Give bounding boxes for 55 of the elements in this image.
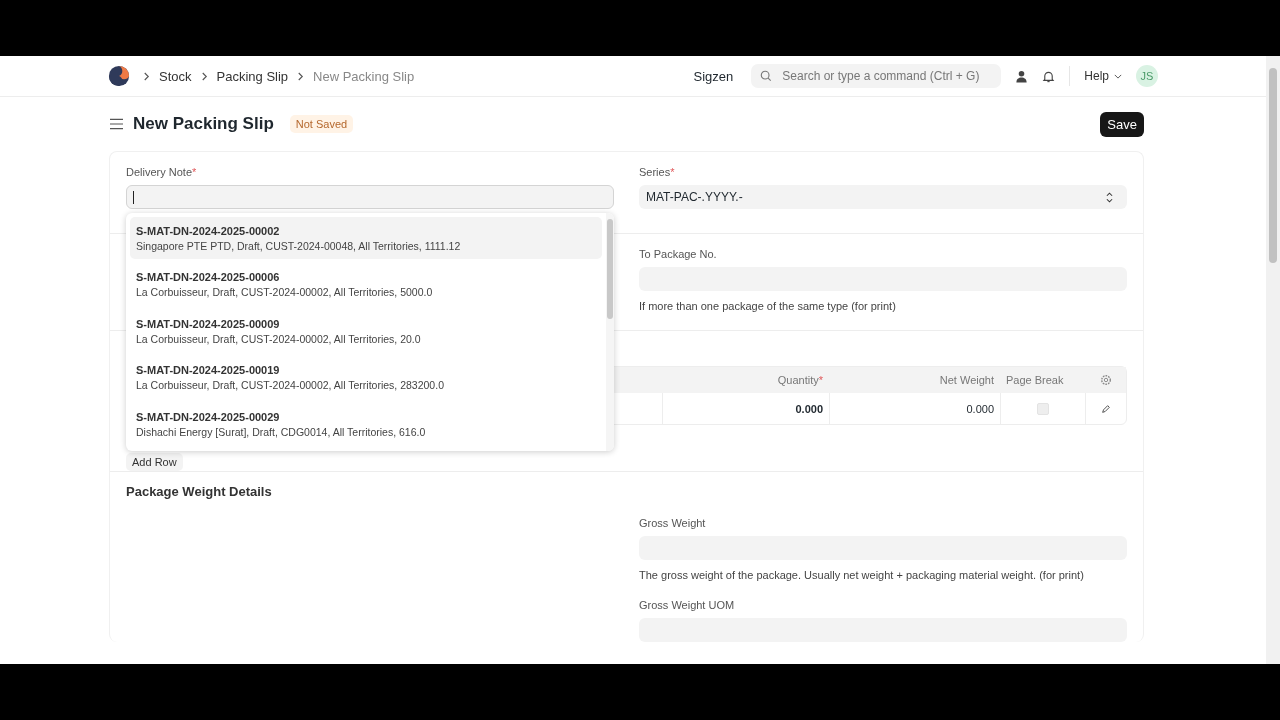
dropdown-option[interactable]: S-MAT-DN-2024-2025-00006 La Corbuisseur, Draft, CUST-2024-00002, All Territories, 5000.0 <box>130 263 602 306</box>
field-description: If more than one package of the same type (for print) <box>639 300 897 312</box>
page-break-checkbox[interactable] <box>1037 402 1049 415</box>
scrollbar-drawing[interactable] <box>606 213 614 451</box>
field-label: To Package No. <box>639 248 718 260</box>
add-row-button[interactable]: Add Row <box>126 453 183 471</box>
edit-pencil-icon[interactable] <box>1101 403 1111 414</box>
section-heading: Package Weight Details <box>126 484 273 499</box>
breadcrumb-link[interactable]: New Packing Slip <box>313 68 415 84</box>
option-description: Singapore PTE PTD, Draft, CUST-2024-00048, All Territories, 1111.12 <box>136 239 462 252</box>
field-label: Gross Weight <box>639 517 707 529</box>
user-icon[interactable] <box>1015 69 1029 83</box>
search-icon <box>760 70 773 82</box>
menu-icon[interactable] <box>110 118 123 130</box>
net-weight-cell: 0.000 <box>966 402 994 415</box>
column-header: Quantity* <box>777 374 823 386</box>
option-title: S-MAT-DN-2024-2025-00019 <box>136 364 281 377</box>
option-description: Dishachi Energy [Surat], Draft, CDG0014, All Territories, 616.0 <box>136 425 427 438</box>
notification-bell-icon[interactable] <box>1042 69 1056 83</box>
column-header: Net Weight <box>939 374 994 386</box>
chevron-right-icon <box>200 71 208 81</box>
dropdown-option[interactable]: S-MAT-DN-2024-2025-00019 La Corbuisseur, Draft, CUST-2024-00002, All Territories, 283200.0 <box>130 356 602 399</box>
updown-caret-icon <box>1106 191 1113 203</box>
column-header: Page Break <box>1006 374 1064 386</box>
breadcrumb-link[interactable]: Stock <box>159 68 192 84</box>
field-label: Delivery Note* <box>126 166 198 178</box>
page-title: New Packing Slip <box>133 114 274 134</box>
page-scrollbar-drawing[interactable] <box>1266 56 1280 664</box>
option-title: S-MAT-DN-2024-2025-00029 <box>136 410 281 423</box>
save-button[interactable]: Save <box>1100 111 1144 137</box>
option-description: La Corbuisseur, Draft, CUST-2024-00002, All Territories, 283200.0 <box>136 379 445 392</box>
dropdown-option[interactable]: S-MAT-DN-2024-2025-00029 Dishachi Energy [Surat], Draft, CDG0014, All Territories, 616.0 <box>130 403 602 446</box>
option-title: S-MAT-DN-2024-2025-00002 <box>136 224 281 237</box>
series-select[interactable]: MAT-PAC-.YYYY.- <box>639 185 1127 209</box>
settings-icon[interactable] <box>1099 374 1112 386</box>
company-name: Sigzen <box>693 68 734 84</box>
chevron-right-icon <box>143 71 150 81</box>
chevron-right-icon <box>297 71 305 81</box>
delivery-note-input[interactable] <box>126 185 614 209</box>
field-label: Series* <box>639 166 676 178</box>
search-field[interactable]: Search or type a command (Ctrl + G) <box>751 64 1002 88</box>
field-label: Gross Weight UOM <box>639 599 736 611</box>
field-description: The gross weight of the package. Usually net weight + packaging material weight. (for print) <box>639 569 1085 581</box>
dropdown-option[interactable]: S-MAT-DN-2024-2025-00002 Singapore PTE PTD, Draft, CUST-2024-00048, All Territories, 1111.12 <box>130 217 602 259</box>
dropdown-option[interactable]: S-MAT-DN-2024-2025-00009 La Corbuisseur, Draft, CUST-2024-00002, All Territories, 20.0 <box>130 310 602 353</box>
help-menu[interactable]: Help <box>1084 69 1122 83</box>
breadcrumb-link[interactable]: Packing Slip <box>216 68 289 84</box>
option-description: La Corbuisseur, Draft, CUST-2024-00002, All Territories, 20.0 <box>136 332 422 345</box>
caret-icon <box>1114 73 1122 79</box>
app-logo-icon[interactable] <box>108 65 130 87</box>
option-description: La Corbuisseur, Draft, CUST-2024-00002, All Territories, 5000.0 <box>136 286 434 299</box>
status-indicator: Not Saved <box>289 115 354 133</box>
option-title: S-MAT-DN-2024-2025-00009 <box>136 317 281 330</box>
quantity-cell: 0.000 <box>795 402 823 415</box>
option-title: S-MAT-DN-2024-2025-00006 <box>136 271 281 284</box>
